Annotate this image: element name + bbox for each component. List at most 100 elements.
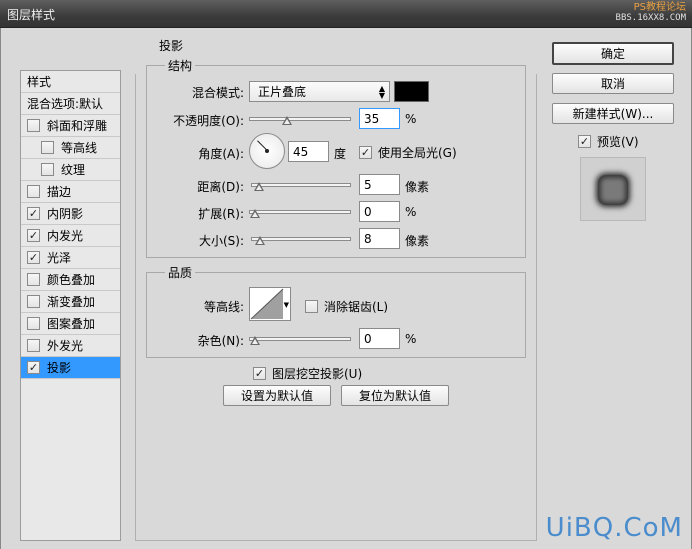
style-list-item[interactable]: 图案叠加 (21, 313, 120, 335)
global-light-checkbox[interactable] (359, 146, 372, 159)
blend-mode-dropdown[interactable]: 正片叠底 ▲ ▼ (249, 81, 390, 102)
distance-slider-thumb[interactable] (253, 182, 264, 191)
watermark-bottom: UiBQ.CoM (545, 513, 683, 543)
noise-label: 杂色(N): (197, 334, 244, 348)
style-list-blend-options[interactable]: 混合选项:默认 (21, 93, 120, 115)
global-light-row[interactable]: 使用全局光(G) (359, 144, 457, 161)
style-item-label: 光泽 (47, 251, 72, 265)
opacity-input[interactable]: 35 (359, 108, 400, 129)
style-list-item[interactable]: 纹理 (21, 159, 120, 181)
style-list-header[interactable]: 样式 (21, 71, 120, 93)
size-input[interactable]: 8 (359, 228, 400, 249)
spread-input[interactable]: 0 (359, 201, 400, 222)
preview-shape (598, 175, 628, 205)
blend-mode-label: 混合模式: (191, 86, 244, 100)
opacity-slider[interactable] (249, 113, 351, 125)
style-item-checkbox[interactable] (27, 207, 40, 220)
style-item-checkbox[interactable] (27, 273, 40, 286)
style-item-label: 投影 (47, 361, 72, 375)
style-item-checkbox[interactable] (27, 317, 40, 330)
style-list-item[interactable]: 内阴影 (21, 203, 120, 225)
ok-button[interactable]: 确定 (552, 42, 674, 65)
drop-shadow-title: 投影 (159, 39, 184, 53)
style-item-checkbox[interactable] (27, 361, 40, 374)
style-item-checkbox[interactable] (27, 119, 40, 132)
contour-dropdown-arrow-icon[interactable]: ▼ (284, 301, 289, 309)
size-slider-thumb[interactable] (254, 236, 265, 245)
style-item-label: 渐变叠加 (47, 295, 96, 309)
cancel-button[interactable]: 取消 (552, 73, 674, 94)
style-item-label: 内发光 (47, 229, 84, 243)
shadow-color-swatch[interactable] (394, 81, 429, 102)
spread-slider[interactable] (249, 206, 351, 218)
anti-alias-checkbox[interactable] (305, 300, 318, 313)
preview-checkbox[interactable] (578, 135, 591, 148)
make-default-button[interactable]: 设置为默认值 (223, 385, 331, 406)
angle-input[interactable]: 45 (288, 141, 329, 162)
style-list-item[interactable]: 外发光 (21, 335, 120, 357)
angle-unit: 度 (334, 147, 347, 161)
knockout-row[interactable]: 图层挖空投影(U) (253, 365, 362, 382)
noise-slider-thumb[interactable] (250, 336, 260, 345)
angle-label: 角度(A): (198, 147, 244, 161)
style-list-item[interactable]: 投影 (21, 357, 120, 379)
dialog-body: 样式 混合选项:默认 斜面和浮雕等高线纹理描边内阴影内发光光泽颜色叠加渐变叠加图… (0, 28, 692, 549)
distance-unit: 像素 (405, 180, 430, 194)
size-unit: 像素 (405, 234, 430, 248)
angle-dial[interactable] (249, 133, 285, 169)
style-item-label: 纹理 (61, 163, 86, 177)
style-list: 样式 混合选项:默认 斜面和浮雕等高线纹理描边内阴影内发光光泽颜色叠加渐变叠加图… (20, 70, 121, 541)
style-item-label: 外发光 (47, 339, 84, 353)
dropdown-arrows-icon: ▲ ▼ (378, 84, 385, 100)
style-list-item[interactable]: 等高线 (21, 137, 120, 159)
noise-unit: % (405, 332, 417, 346)
style-item-label: 等高线 (61, 141, 98, 155)
noise-slider[interactable] (249, 333, 351, 345)
contour-picker[interactable]: ▼ (249, 287, 291, 321)
style-item-label: 内阴影 (47, 207, 84, 221)
distance-slider[interactable] (251, 179, 351, 191)
knockout-label: 图层挖空投影(U) (272, 367, 363, 381)
style-item-label: 斜面和浮雕 (47, 119, 108, 133)
style-list-item[interactable]: 斜面和浮雕 (21, 115, 120, 137)
distance-label: 距离(D): (197, 180, 244, 194)
style-list-item[interactable]: 描边 (21, 181, 120, 203)
style-item-label: 描边 (47, 185, 72, 199)
style-list-item[interactable]: 渐变叠加 (21, 291, 120, 313)
window-title: 图层样式 (7, 8, 56, 22)
size-label: 大小(S): (198, 234, 244, 248)
opacity-unit: % (405, 112, 417, 126)
opacity-label: 不透明度(O): (173, 114, 244, 128)
style-list-item[interactable]: 颜色叠加 (21, 269, 120, 291)
style-item-checkbox[interactable] (27, 229, 40, 242)
watermark-top: PS教程论坛 BBS.16XX8.COM (616, 2, 686, 24)
contour-curve-icon (250, 288, 284, 320)
spread-label: 扩展(R): (198, 207, 244, 221)
spread-slider-thumb[interactable] (250, 209, 260, 218)
noise-input[interactable]: 0 (359, 328, 400, 349)
style-item-label: 颜色叠加 (47, 273, 96, 287)
watermark-sub-text: BBS.16XX8.COM (615, 13, 686, 23)
style-item-checkbox[interactable] (27, 339, 40, 352)
style-list-item[interactable]: 内发光 (21, 225, 120, 247)
knockout-checkbox[interactable] (253, 367, 266, 380)
style-preview-thumbnail (580, 157, 646, 221)
structure-title: 结构 (165, 57, 196, 74)
distance-input[interactable]: 5 (359, 174, 400, 195)
contour-label: 等高线: (203, 300, 244, 314)
reset-default-button[interactable]: 复位为默认值 (341, 385, 449, 406)
anti-alias-row[interactable]: 消除锯齿(L) (305, 298, 388, 315)
opacity-slider-thumb[interactable] (281, 116, 292, 125)
watermark-top-text: PS教程论坛 (633, 2, 686, 13)
style-item-checkbox[interactable] (41, 141, 54, 154)
style-item-checkbox[interactable] (27, 295, 40, 308)
style-item-checkbox[interactable] (27, 251, 40, 264)
blend-mode-value: 正片叠底 (258, 85, 307, 99)
global-light-label: 使用全局光(G) (378, 146, 457, 160)
new-style-button[interactable]: 新建样式(W)... (552, 103, 674, 124)
style-item-checkbox[interactable] (41, 163, 54, 176)
style-list-item[interactable]: 光泽 (21, 247, 120, 269)
size-slider[interactable] (251, 233, 351, 245)
style-item-checkbox[interactable] (27, 185, 40, 198)
preview-row[interactable]: 预览(V) (578, 133, 639, 150)
